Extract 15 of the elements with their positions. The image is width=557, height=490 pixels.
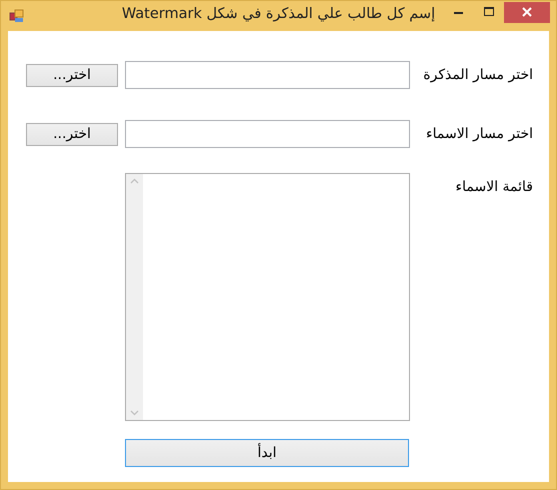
browse-button[interactable]: اختر... [26, 64, 118, 86]
scroll-up-icon[interactable] [130, 178, 139, 184]
field-label: اختر مسار الاسماء [425, 126, 533, 142]
scroll-down-icon[interactable] [130, 410, 139, 416]
path-field[interactable] [125, 61, 410, 89]
field-label: اختر مسار المذكرة [422, 67, 533, 83]
path-field[interactable] [125, 120, 410, 148]
window-title: إسم كل طالب علي المذكرة في شكل Watermark [122, 6, 436, 22]
browse-button[interactable]: اختر... [26, 122, 118, 146]
scrollbar[interactable] [126, 174, 143, 420]
names-listbox[interactable] [125, 173, 410, 421]
start-button[interactable]: ابدأ [125, 439, 409, 467]
close-button[interactable] [504, 2, 550, 22]
app-icon [9, 8, 25, 24]
list-label: قائمة الاسماء [454, 178, 533, 197]
